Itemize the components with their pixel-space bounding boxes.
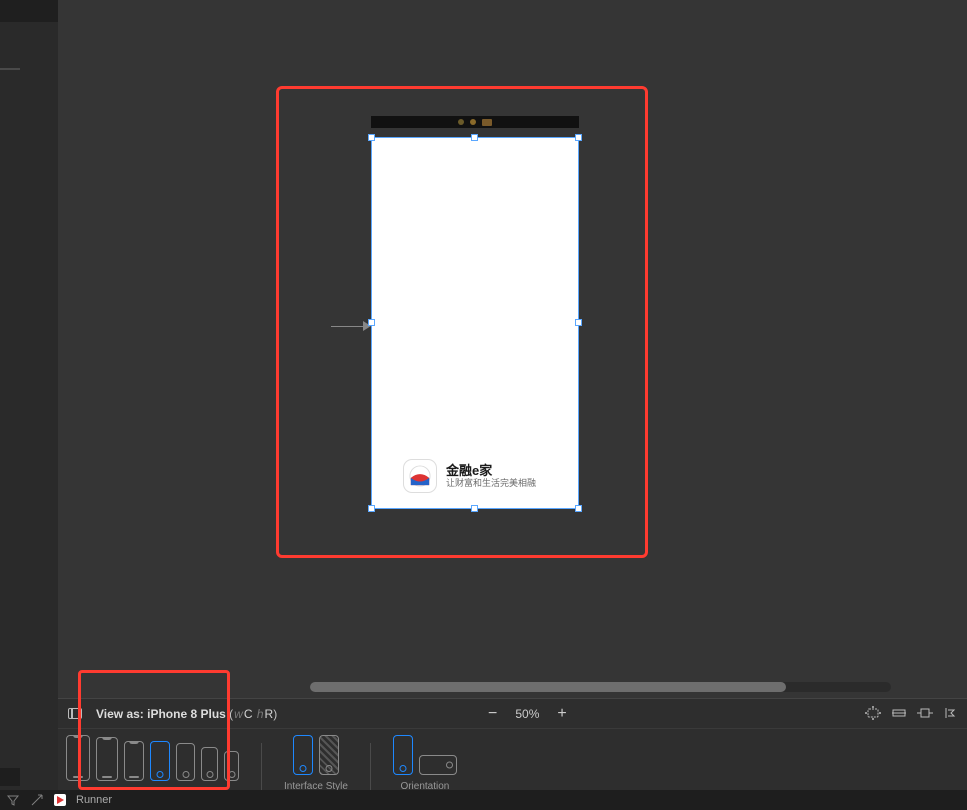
device-option-iphone-se2[interactable] — [201, 747, 218, 781]
view-as-label[interactable]: View as: iPhone 8 Plus (wC hR) — [96, 707, 277, 721]
navigator-sidebar — [0, 0, 58, 810]
selection-handle[interactable] — [368, 319, 375, 326]
device-bar-body: Device Interface Style Orientation — [58, 729, 967, 798]
scrollbar-thumb[interactable] — [310, 682, 786, 692]
sidebar-bottom-block — [0, 768, 20, 786]
speaker-icon — [482, 119, 492, 126]
selection-handle[interactable] — [575, 505, 582, 512]
canvas-tool-icons — [865, 706, 959, 720]
device-group: Device — [66, 735, 239, 798]
size-class-h-dim: h — [257, 707, 264, 721]
selection-handle[interactable] — [471, 134, 478, 141]
device-option-iphone-8[interactable] — [176, 743, 195, 781]
device-bar-header: View as: iPhone 8 Plus (wC hR) − 50% + — [58, 699, 967, 729]
view-as-prefix: View as: — [96, 707, 147, 721]
orientation-option-portrait[interactable] — [393, 735, 413, 775]
selection-handle[interactable] — [368, 134, 375, 141]
view-as-device-name: iPhone 8 Plus — [147, 707, 226, 721]
app-title-label: 金融e家 — [446, 463, 536, 479]
debug-status-bar: Runner — [0, 790, 967, 810]
sensor-dot-icon — [470, 119, 476, 125]
group-separator — [370, 743, 371, 793]
embed-in-icon[interactable] — [865, 706, 881, 720]
orientation-option-landscape[interactable] — [419, 755, 457, 775]
selection-handle[interactable] — [368, 505, 375, 512]
device-status-bar — [371, 116, 579, 128]
zoom-in-button[interactable]: + — [557, 706, 566, 722]
selection-handle[interactable] — [471, 505, 478, 512]
group-separator — [261, 743, 262, 793]
selection-handle[interactable] — [575, 134, 582, 141]
camera-dot-icon — [458, 119, 464, 125]
device-option-iphone-xr[interactable] — [96, 737, 118, 781]
device-option-iphone-se[interactable] — [224, 751, 239, 781]
size-class-h: R — [265, 707, 274, 721]
filter-icon[interactable] — [6, 793, 20, 807]
runner-process-label[interactable]: Runner — [76, 794, 112, 806]
runner-app-icon[interactable] — [54, 794, 66, 806]
selection-handle[interactable] — [575, 319, 582, 326]
resolve-issues-icon[interactable] — [943, 706, 959, 720]
interface-style-group: Interface Style — [284, 735, 348, 792]
orientation-group: Orientation — [393, 735, 457, 792]
device-option-iphone-xs-max[interactable] — [66, 735, 90, 781]
size-class-w-dim: w — [234, 707, 243, 721]
sidebar-top-block — [0, 0, 58, 22]
panel-toggle-icon[interactable] — [68, 708, 82, 719]
send-icon[interactable] — [30, 793, 44, 807]
pin-icon[interactable] — [917, 706, 933, 720]
align-icon[interactable] — [891, 706, 907, 720]
canvas-horizontal-scrollbar[interactable] — [310, 682, 891, 692]
size-class-w: C — [244, 707, 253, 721]
interface-style-option-light[interactable] — [293, 735, 313, 775]
app-logo-icon — [404, 460, 436, 492]
device-option-iphone-8-plus[interactable] — [150, 741, 170, 781]
launch-logo-row[interactable]: 金融e家 让财富和生活完美相融 — [404, 460, 536, 492]
initial-vc-arrow-icon — [331, 321, 371, 331]
interface-builder-canvas[interactable]: 金融e家 让财富和生活完美相融 — [58, 0, 967, 698]
zoom-controls: − 50% + — [488, 706, 567, 722]
interface-style-option-dark[interactable] — [319, 735, 339, 775]
app-subtitle-label: 让财富和生活完美相融 — [446, 478, 536, 489]
zoom-value-label[interactable]: 50% — [515, 707, 539, 721]
view-controller-artboard[interactable]: 金融e家 让财富和生活完美相融 — [371, 137, 579, 509]
sidebar-separator — [0, 68, 20, 70]
device-option-iphone-x[interactable] — [124, 741, 144, 781]
zoom-out-button[interactable]: − — [488, 706, 497, 722]
